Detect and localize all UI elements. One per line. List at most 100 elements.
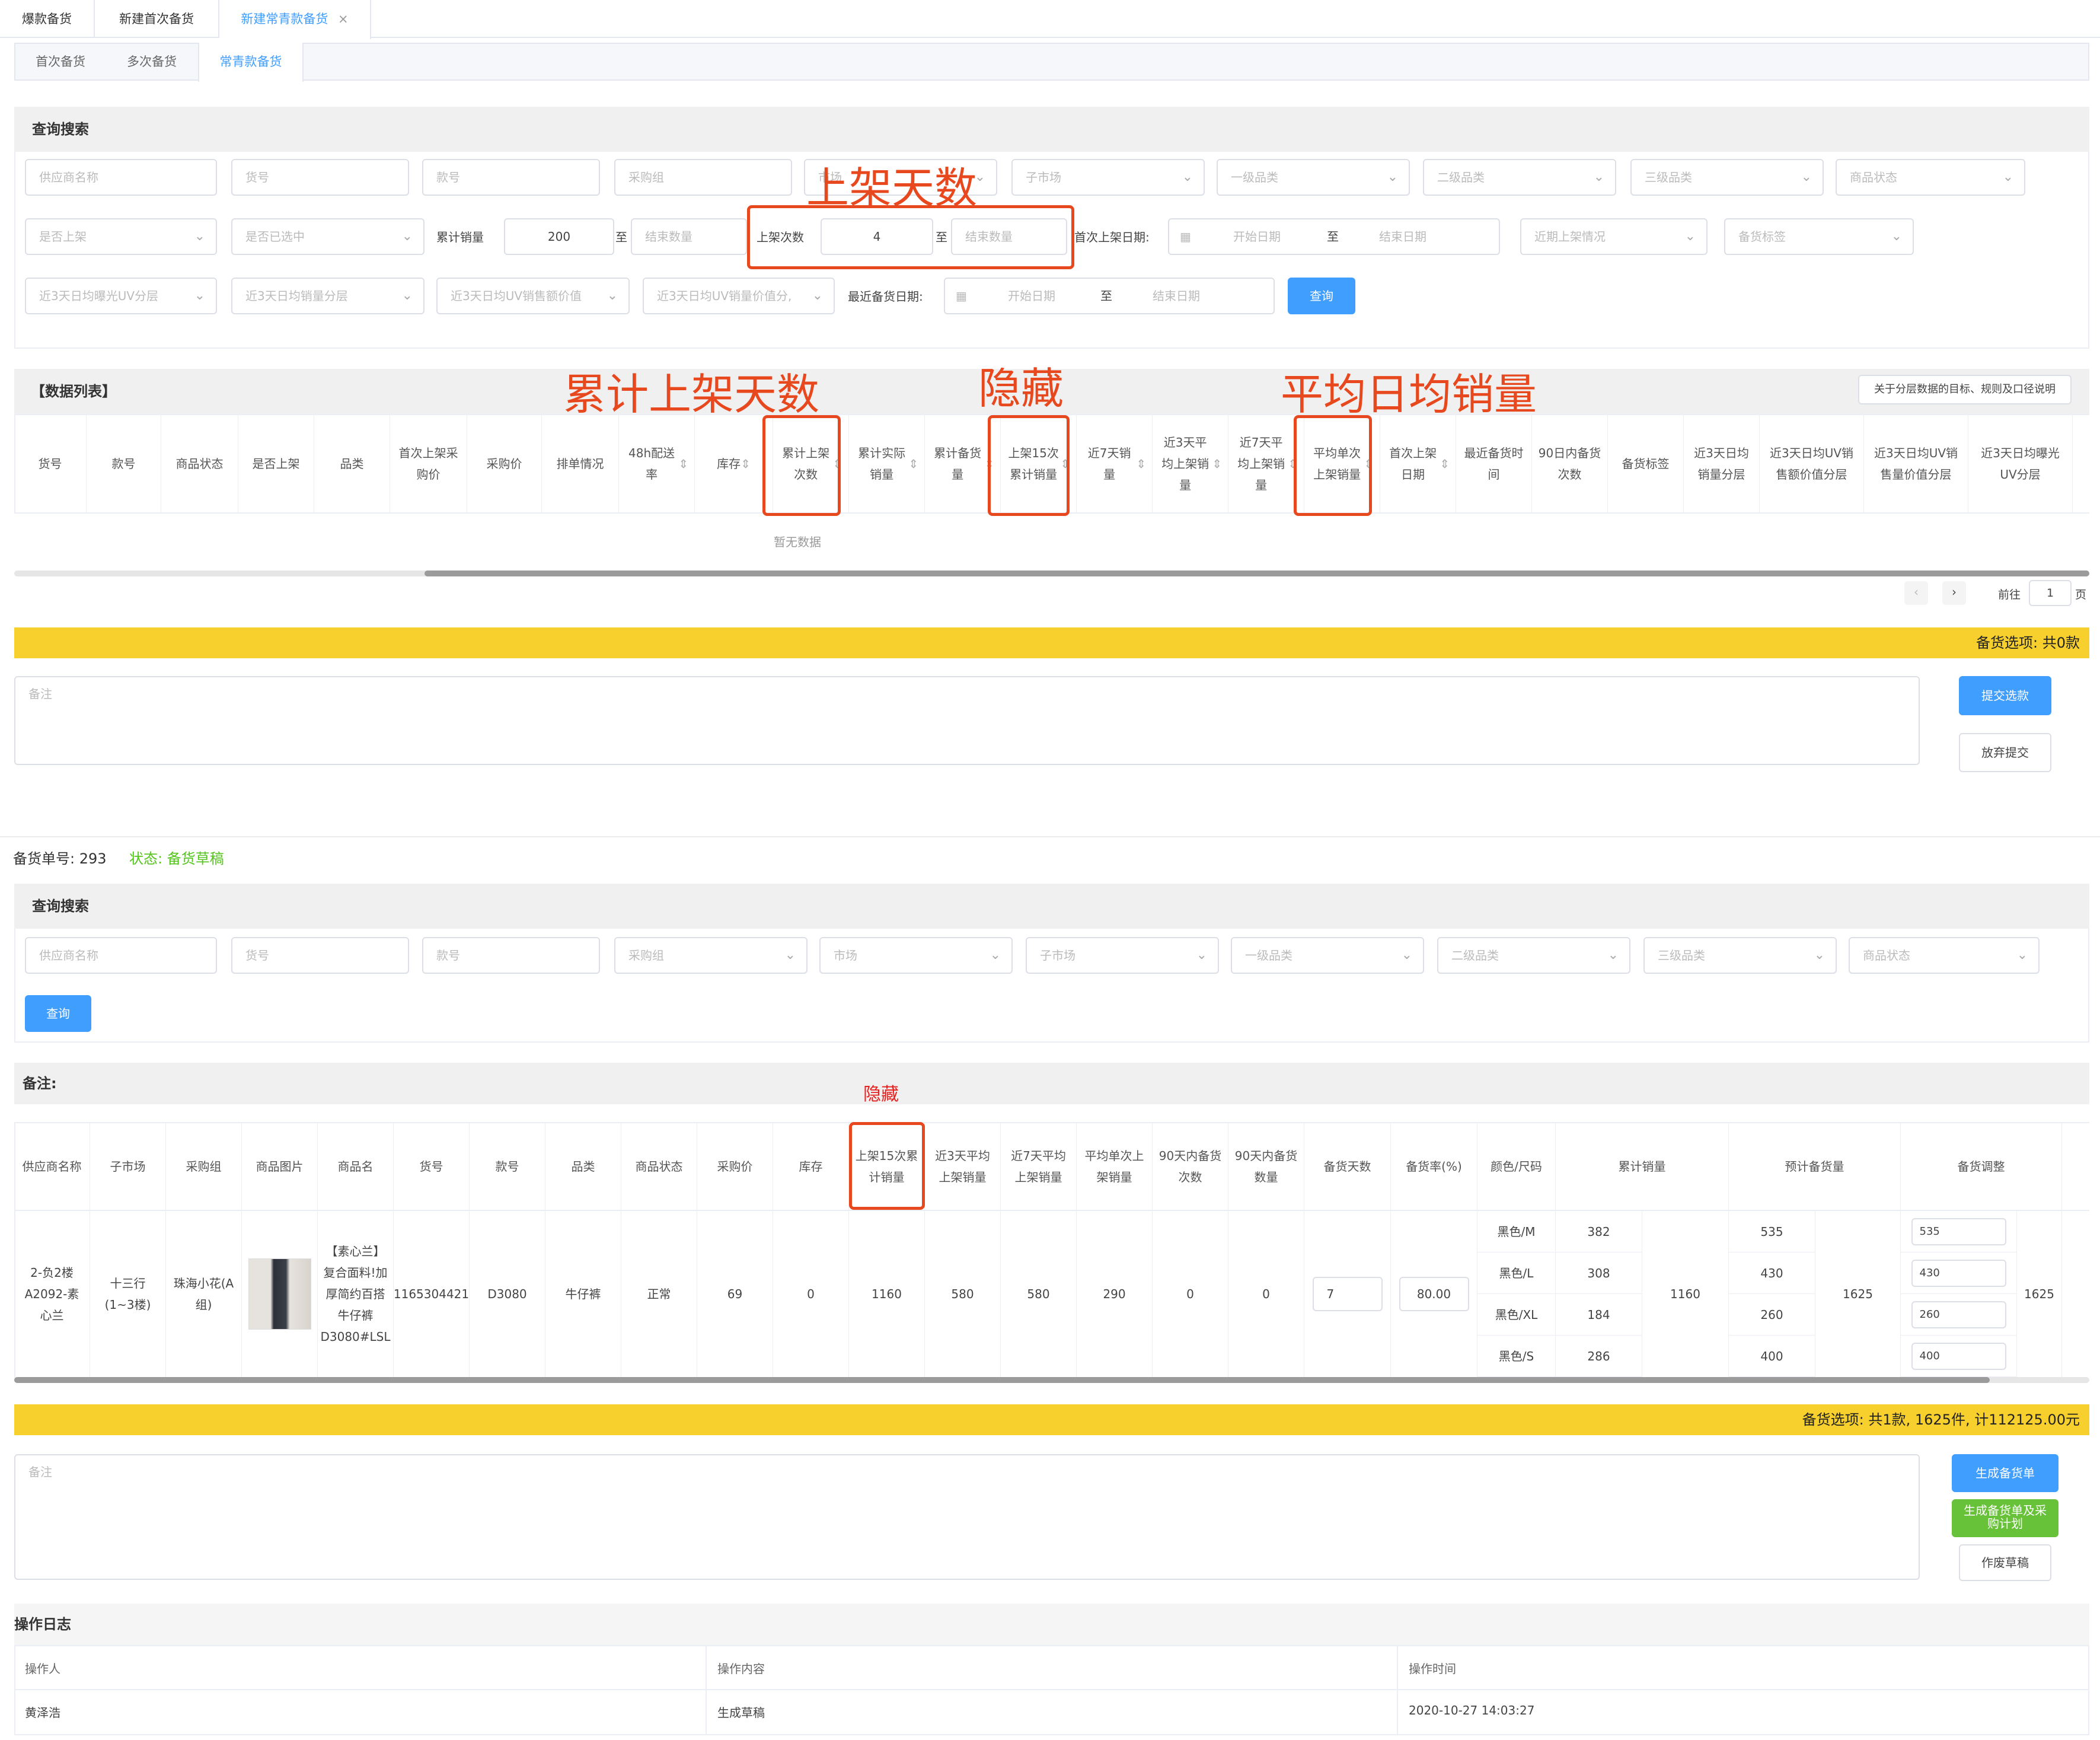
log-operator: 黄泽浩	[25, 1706, 60, 1720]
sort-icon[interactable]: ⇕	[908, 453, 918, 474]
range-separator: 至	[1327, 230, 1339, 244]
product-status-select-2[interactable]: 商品状态 ⌄	[1849, 937, 2040, 974]
category-cell-text: 牛仔裤	[565, 1287, 601, 1301]
column-header[interactable]: 48h配送率 ⇕	[619, 415, 695, 512]
scrollbar-thumb-2[interactable]	[14, 1377, 1990, 1383]
chevron-down-icon: ⌄	[784, 948, 796, 963]
cnt90-cell: 0	[1153, 1211, 1228, 1377]
variant-adjust-input[interactable]: 535	[1911, 1218, 2006, 1245]
subtab-first[interactable]: 首次备货	[15, 43, 106, 81]
tab-new-first-stock[interactable]: 新建首次备货	[95, 0, 219, 38]
pager-page-input[interactable]: 1	[2029, 580, 2072, 606]
variant-adjust-cell[interactable]: 535	[1901, 1211, 2017, 1253]
column-header[interactable]: 近7天销量 ⇕	[1077, 415, 1153, 512]
column-header: 品类	[314, 415, 390, 512]
abandon-submit-button[interactable]: 放弃提交	[1959, 733, 2051, 772]
remark-textarea-2[interactable]: 备注	[14, 1454, 1920, 1580]
uv-volume-value-select[interactable]: 近3天日均UV销量价值分, ⌄	[643, 278, 835, 314]
tab-new-evergreen-stock[interactable]: 新建常青款备货 ×	[219, 0, 371, 39]
tab-hot-stock[interactable]: 爆款备货	[0, 0, 95, 38]
uv-exposure-layer-select[interactable]: 近3天日均曝光UV分层 ⌄	[25, 278, 217, 314]
supplier-name-input-2[interactable]: 供应商名称	[25, 937, 217, 974]
category3-select-2[interactable]: 三级品类 ⌄	[1643, 937, 1837, 974]
category3-select[interactable]: 三级品类 ⌄	[1630, 159, 1824, 196]
variant-adjust-input[interactable]: 260	[1911, 1301, 2006, 1328]
recent-stock-date-range[interactable]: ▦ 开始日期 至 结束日期	[944, 278, 1275, 314]
market-select-2[interactable]: 市场 ⌄	[819, 937, 1013, 974]
column-header[interactable]: 库存 ⇕	[695, 415, 773, 512]
subtab-multi[interactable]: 多次备货	[106, 43, 198, 81]
annotation-cum-days-listed: 累计上架天数	[563, 369, 820, 419]
style-input-2[interactable]: 款号	[422, 937, 600, 974]
cumulative-sales-to-input[interactable]: 结束数量	[631, 218, 747, 255]
stock-tag-select[interactable]: 备货标签 ⌄	[1724, 218, 1914, 255]
purchase-group-input[interactable]: 采购组	[614, 159, 792, 196]
log-col-divider	[706, 1645, 707, 1735]
variant-adjust-cell[interactable]: 430	[1901, 1253, 2017, 1294]
uv-sales-value-select[interactable]: 近3天日均UV销售额价值 ⌄	[436, 278, 630, 314]
is-listed-label: 是否上架	[39, 230, 87, 244]
generate-stock-and-plan-button[interactable]: 生成备货单及采购计划	[1952, 1499, 2058, 1537]
query-button[interactable]: 查询	[1288, 278, 1355, 314]
variant-sales-cell-text: 382	[1587, 1224, 1610, 1239]
sku-input[interactable]: 货号	[231, 159, 409, 196]
sort-icon[interactable]: ⇕	[678, 453, 688, 474]
layer-explain-button[interactable]: 关于分层数据的目标、规则及口径说明	[1858, 375, 2072, 404]
supplier-cell-text: 2-负2楼A2092-素心兰	[24, 1266, 79, 1322]
void-draft-button[interactable]: 作废草稿	[1959, 1544, 2051, 1581]
close-icon[interactable]: ×	[338, 12, 349, 26]
first-list-date-range[interactable]: ▦ 开始日期 至 结束日期	[1168, 218, 1500, 255]
remark-textarea[interactable]: 备注	[14, 676, 1920, 765]
query-button-2[interactable]: 查询	[25, 995, 91, 1032]
column-header[interactable]: 首次上架日期 ⇕	[1380, 415, 1456, 512]
submarket-select[interactable]: 子市场 ⌄	[1011, 159, 1205, 196]
purchase-group-cell: 珠海小花(A组)	[166, 1211, 242, 1377]
category2-select[interactable]: 二级品类 ⌄	[1423, 159, 1616, 196]
variant-adjust-input[interactable]: 400	[1911, 1342, 2006, 1370]
is-listed-select[interactable]: 是否上架 ⌄	[25, 218, 217, 255]
variant-adjust-input[interactable]: 430	[1911, 1259, 2006, 1287]
is-selected-select[interactable]: 是否已选中 ⌄	[231, 218, 425, 255]
chevron-down-icon: ⌄	[401, 288, 413, 303]
sort-icon[interactable]: ⇕	[1136, 453, 1146, 474]
recent-listing-select[interactable]: 近期上架情况 ⌄	[1520, 218, 1708, 255]
product-status-select[interactable]: 商品状态 ⌄	[1836, 159, 2025, 196]
variant-adjust-cell[interactable]: 260	[1901, 1294, 2017, 1336]
variant-adjust-cell[interactable]: 400	[1901, 1336, 2017, 1377]
scrollbar-thumb[interactable]	[425, 571, 2089, 576]
stock-rate-input[interactable]: 80.00	[1399, 1277, 1469, 1311]
column-header[interactable]: 累计实际销量 ⇕	[849, 415, 925, 512]
submit-selection-button[interactable]: 提交选款	[1959, 676, 2051, 715]
log-header-time: 操作时间	[1409, 1662, 1456, 1676]
subtab-evergreen[interactable]: 常青款备货	[198, 43, 304, 82]
submarket-select-2[interactable]: 子市场 ⌄	[1026, 937, 1219, 974]
table2-column-header: 采购价	[697, 1123, 773, 1210]
variant-size-cell-text: 黑色/L	[1499, 1266, 1534, 1280]
column-header[interactable]: 近7天平均上架销量 ⇕	[1228, 415, 1304, 512]
variant-est-cell: 260	[1729, 1294, 1815, 1336]
price-cell-text: 69	[727, 1287, 743, 1301]
daily-sales-layer-select[interactable]: 近3天日均销量分层 ⌄	[231, 278, 425, 314]
supplier-name-input[interactable]: 供应商名称	[25, 159, 217, 196]
purchase-group-select-2[interactable]: 采购组 ⌄	[614, 937, 808, 974]
product-image[interactable]	[248, 1258, 311, 1330]
first-list-date-label: 首次上架日期:	[1074, 230, 1150, 244]
generate-stock-order-button[interactable]: 生成备货单	[1952, 1454, 2058, 1492]
sort-icon[interactable]: ⇕	[741, 453, 751, 474]
category1-select[interactable]: 一级品类 ⌄	[1217, 159, 1410, 196]
chevron-down-icon: ⌄	[194, 288, 205, 303]
sku-input-2[interactable]: 货号	[231, 937, 409, 974]
category1-select-2[interactable]: 一级品类 ⌄	[1231, 937, 1424, 974]
sort-icon[interactable]: ⇕	[1440, 453, 1450, 474]
stock-days-input[interactable]: 7	[1312, 1277, 1383, 1311]
column-header[interactable]: 近3天平均上架销量 ⇕	[1153, 415, 1228, 512]
sort-icon[interactable]: ⇕	[1212, 453, 1222, 474]
empty-text: 暂无数据	[774, 535, 821, 549]
column-header-label: 累计实际销量	[858, 446, 906, 482]
next-page-button[interactable]: ›	[1942, 581, 1966, 605]
style-input[interactable]: 款号	[422, 159, 600, 196]
cumulative-sales-from-input[interactable]: 200	[504, 218, 614, 255]
cnt90-cell-text: 0	[1186, 1287, 1194, 1301]
prev-page-button[interactable]: ‹	[1904, 581, 1928, 605]
category2-select-2[interactable]: 二级品类 ⌄	[1437, 937, 1630, 974]
